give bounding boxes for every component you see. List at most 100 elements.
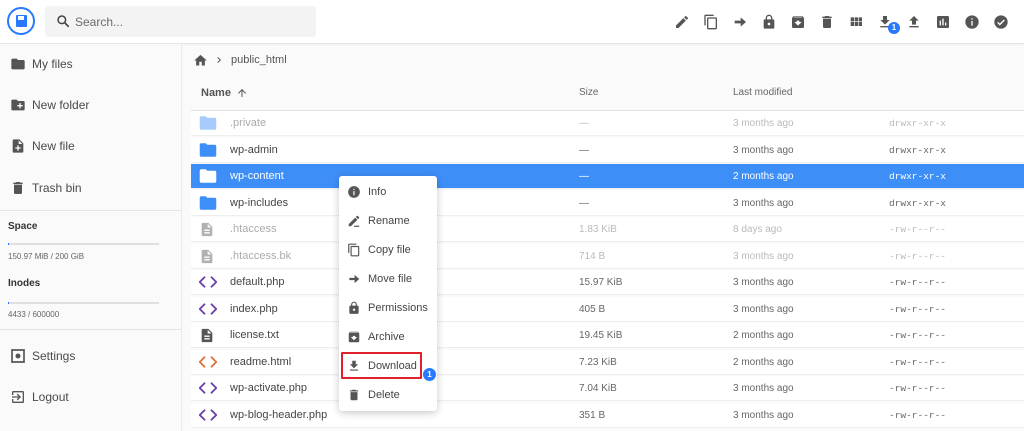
sidebar-item-new-folder[interactable]: New folder <box>0 86 182 124</box>
edit-icon[interactable] <box>672 12 692 32</box>
file-permissions: -rw-r--r-- <box>889 356 947 368</box>
file-size: 7.04 KiB <box>579 383 617 394</box>
file-size: — <box>579 171 589 182</box>
file-size: 405 B <box>579 303 606 315</box>
stats-icon[interactable] <box>933 12 953 32</box>
file-permissions: drwxr-xr-x <box>889 144 947 156</box>
file-icon <box>199 221 215 238</box>
context-menu-move-file[interactable]: Move file <box>339 264 437 293</box>
file-size: 19.45 KiB <box>579 330 623 341</box>
lock-icon <box>349 301 359 314</box>
table-row[interactable]: wp-blog-header.php 351 B 3 months ago -rw-r… <box>191 402 1024 428</box>
context-menu-permissions[interactable]: Permissions <box>339 293 437 322</box>
inodes-value: 4433 / 600000 <box>8 310 60 319</box>
grid-view-icon[interactable] <box>846 12 866 32</box>
file-name: wp-includes <box>230 196 289 209</box>
search-input[interactable] <box>75 6 310 37</box>
table-row[interactable]: license.txt 19.45 KiB 2 months ago -rw-r--r… <box>191 323 1024 348</box>
file-permissions: -rw-r--r-- <box>889 277 947 288</box>
note-add-icon <box>12 139 24 153</box>
file-size: 1.83 KiB <box>579 224 617 235</box>
file-modified: 2 months ago <box>733 171 794 182</box>
download-highlight-box <box>341 352 422 379</box>
search-icon <box>57 15 70 28</box>
file-permissions: drwxr-xr-x <box>889 118 947 129</box>
table-row[interactable]: wp-content — 2 months ago drwxr-xr-x <box>191 164 1024 189</box>
table-row[interactable]: readme.html 7.23 KiB 2 months ago -rw-r--r-… <box>191 349 1024 375</box>
context-menu-info[interactable]: Info <box>339 177 437 206</box>
context-menu-label: Archive <box>368 330 405 343</box>
code-icon <box>198 274 218 291</box>
context-menu-rename[interactable]: Rename <box>339 206 437 235</box>
file-modified: 3 months ago <box>733 383 794 394</box>
file-name: index.php <box>230 302 278 315</box>
context-menu-label: Copy file <box>368 243 411 256</box>
sidebar-item-trash-bin[interactable]: Trash bin <box>0 169 182 207</box>
sidebar-item-logout[interactable]: Logout <box>0 378 182 416</box>
file-size: — <box>579 118 589 129</box>
arrow-up-icon <box>237 89 246 97</box>
context-menu-archive[interactable]: Archive <box>339 322 437 351</box>
table-row[interactable]: index.php 405 B 3 months ago -rw-r--r-- <box>191 296 1024 322</box>
sidebar-item-my-files[interactable]: My files <box>0 45 182 83</box>
table-row[interactable]: wp-activate.php 7.04 KiB 3 months ago -rw-r… <box>191 376 1024 401</box>
file-modified: 3 months ago <box>733 197 794 209</box>
context-menu-delete[interactable]: Delete <box>339 380 437 409</box>
inodes-progress <box>8 302 159 304</box>
archive-icon[interactable] <box>788 12 808 32</box>
folder-icon <box>199 195 217 212</box>
file-permissions: -rw-r--r-- <box>889 250 947 262</box>
table-row[interactable]: wp-admin — 3 months ago drwxr-xr-x <box>191 137 1024 163</box>
file-modified: 2 months ago <box>733 356 794 368</box>
file-size: 351 B <box>579 409 606 421</box>
sidebar-item-label: Trash bin <box>32 181 82 195</box>
archive-icon <box>348 331 360 342</box>
file-size: 7.23 KiB <box>579 356 617 368</box>
table-row[interactable]: .htaccess.bk 714 B 3 months ago -rw-r--r-- <box>191 243 1024 269</box>
text-file-icon <box>199 327 215 344</box>
context-menu-label: Delete <box>368 388 400 401</box>
context-menu-copy-file[interactable]: Copy file <box>339 235 437 264</box>
inodes-title: Inodes <box>8 278 41 289</box>
info-icon[interactable] <box>962 12 982 32</box>
file-size: 714 B <box>579 250 606 262</box>
file-modified: 3 months ago <box>733 277 794 288</box>
search-box[interactable] <box>45 6 316 37</box>
table-row[interactable]: default.php 15.97 KiB 3 months ago -rw-r--r… <box>191 270 1024 295</box>
create-folder-icon <box>11 99 25 111</box>
space-value: 150.97 MiB / 200 GiB <box>8 252 85 261</box>
file-permissions: -rw-r--r-- <box>889 224 947 235</box>
app-logo[interactable] <box>7 7 35 35</box>
file-modified: 2 months ago <box>733 330 794 341</box>
file-modified: 3 months ago <box>733 144 794 156</box>
sidebar-item-new-file[interactable]: New file <box>0 127 182 165</box>
table-row[interactable]: .private — 3 months ago drwxr-xr-x <box>191 111 1024 136</box>
column-header-size[interactable]: Size <box>579 87 598 105</box>
file-name: .private <box>230 117 267 129</box>
table-row[interactable]: wp-includes — 3 months ago drwxr-xr-x <box>191 190 1024 216</box>
check-circle-icon[interactable] <box>991 12 1011 32</box>
column-header-name[interactable]: Name <box>201 84 248 102</box>
copy-icon[interactable] <box>701 12 721 32</box>
sidebar-divider <box>0 210 182 211</box>
code-icon <box>198 380 218 397</box>
sidebar-item-settings[interactable]: Settings <box>0 337 182 375</box>
column-header-modified[interactable]: Last modified <box>733 87 792 105</box>
sidebar: My files New folder New file Trash bin S… <box>0 44 182 431</box>
space-progress <box>8 243 159 245</box>
file-icon <box>199 248 215 265</box>
delete-icon[interactable] <box>817 12 837 32</box>
context-menu-label: Rename <box>368 214 410 227</box>
breadcrumb-item-public-html[interactable]: public_html <box>231 54 287 66</box>
upload-icon[interactable] <box>904 12 924 32</box>
home-icon[interactable] <box>193 53 208 68</box>
file-listing: public_html Name Size Last modified .pri… <box>183 44 1024 431</box>
file-permissions: -rw-r--r-- <box>889 383 947 394</box>
move-icon <box>349 274 360 283</box>
lock-icon[interactable] <box>759 12 779 32</box>
move-icon[interactable] <box>730 12 750 32</box>
context-menu-label: Permissions <box>368 301 428 314</box>
file-size: — <box>579 197 589 209</box>
table-row[interactable]: .htaccess 1.83 KiB 8 days ago -rw-r--r-- <box>191 217 1024 242</box>
file-name: .htaccess.bk <box>230 249 292 262</box>
